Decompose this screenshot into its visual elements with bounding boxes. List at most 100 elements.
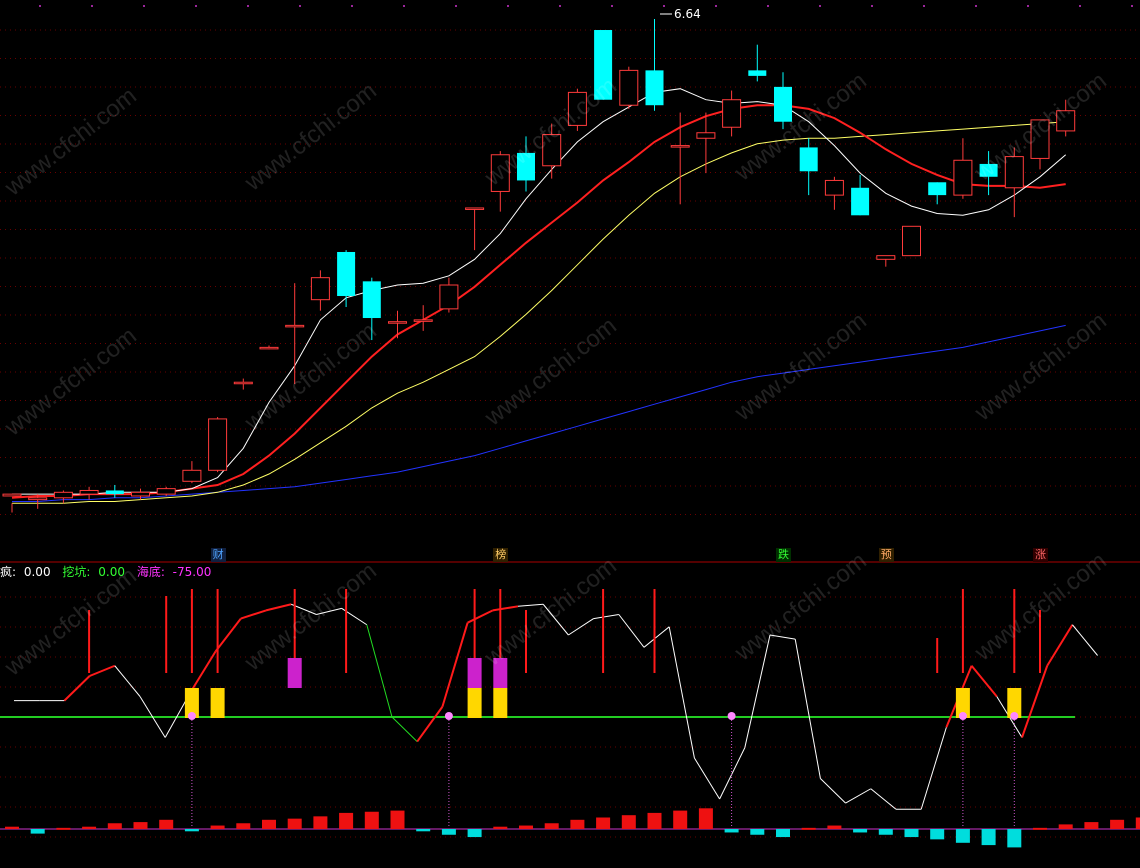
candle-body-up — [413, 319, 433, 322]
top-dot — [871, 5, 873, 7]
candle-body-up — [439, 284, 459, 310]
candle-body-up — [1004, 156, 1024, 189]
top-dot — [1027, 5, 1029, 7]
histogram-bar — [416, 829, 431, 832]
marker-dot — [1010, 712, 1019, 720]
osc-segment — [416, 706, 444, 743]
candle-body-down — [337, 251, 356, 297]
candle-body-down — [851, 187, 870, 216]
histogram-bar — [210, 825, 225, 829]
yellow-block — [493, 688, 508, 718]
osc-segment — [366, 624, 393, 718]
label-wakeng: 挖坑: 0.00 — [62, 565, 125, 579]
histogram-bar — [904, 829, 919, 838]
histogram-bar — [82, 826, 97, 829]
histogram-bar — [827, 825, 842, 829]
histogram-bar — [544, 823, 559, 829]
top-dot — [1131, 5, 1133, 7]
histogram-bar — [107, 823, 122, 829]
histogram-bar — [236, 823, 251, 829]
histogram-bar — [1084, 822, 1099, 829]
event-marker[interactable]: 榜 — [493, 548, 509, 562]
candle-body-up — [233, 381, 253, 385]
top-dot — [559, 5, 561, 7]
osc-segment — [643, 626, 670, 648]
top-dot — [455, 5, 457, 7]
candle-body-up — [259, 346, 279, 350]
osc-segment — [189, 650, 217, 693]
candle-body-up — [1030, 119, 1050, 159]
event-marker[interactable]: 预 — [878, 548, 894, 562]
candle-body-down — [799, 147, 818, 172]
histogram-bar — [1135, 817, 1140, 829]
histogram-bar — [467, 829, 482, 838]
candle-body-down — [362, 281, 381, 319]
marker-dot — [187, 712, 196, 720]
osc-segment — [769, 634, 796, 640]
candlesticks[interactable] — [2, 19, 1076, 513]
top-dot — [403, 5, 405, 7]
osc-segment — [391, 716, 418, 742]
top-dot — [39, 5, 41, 7]
event-marker[interactable]: 涨 — [1033, 548, 1048, 562]
osc-segment — [492, 605, 519, 612]
histogram-bar — [133, 822, 148, 829]
magenta-block — [493, 658, 508, 688]
high-price-label: 6.64 — [674, 7, 701, 21]
osc-segment — [517, 603, 544, 607]
ma60-line — [12, 324, 1066, 502]
candle-body-up — [465, 207, 485, 210]
histogram-bar — [596, 817, 611, 829]
candle-body-down — [928, 182, 947, 196]
candle-body-up — [28, 497, 48, 501]
osc-segment — [820, 778, 846, 804]
ma5-line — [12, 88, 1067, 495]
histogram-bar — [673, 810, 688, 829]
top-dot — [715, 5, 717, 7]
candle-body-down — [748, 70, 767, 76]
histogram-bar — [56, 827, 71, 830]
candle-body-down — [594, 30, 613, 100]
osc-segment — [870, 788, 897, 810]
histogram-bar — [570, 819, 585, 829]
osc-segment — [441, 622, 469, 708]
candle-body-up — [388, 321, 407, 324]
histogram-bar — [878, 829, 893, 835]
top-dot — [91, 5, 93, 7]
candle-body-up — [1056, 110, 1076, 132]
marker-dot — [727, 712, 736, 720]
osc-segment — [668, 626, 695, 759]
histogram-bar — [621, 815, 636, 829]
top-dot — [923, 5, 925, 7]
top-dot — [975, 5, 977, 7]
osc-segment — [719, 747, 746, 800]
ma10-line — [11, 104, 1066, 499]
histogram-bar — [1033, 827, 1047, 830]
stock-chart[interactable]: 6.64 — [0, 0, 1140, 868]
osc-segment — [467, 609, 494, 624]
osc-segment — [63, 675, 91, 702]
top-dot — [299, 5, 301, 7]
candle-body-down — [105, 490, 124, 495]
event-marker[interactable]: 跌 — [776, 548, 791, 562]
osc-segment — [542, 603, 569, 636]
marker-dot — [444, 712, 453, 720]
histogram-bar — [853, 829, 868, 833]
histogram-bar — [313, 816, 328, 829]
candle-body-up — [53, 491, 73, 499]
histogram-bar — [339, 812, 354, 829]
candle-body-down — [645, 70, 664, 106]
histogram-bar — [750, 829, 765, 835]
osc-segment — [744, 634, 771, 748]
top-dot — [195, 5, 197, 7]
candle-body-up — [285, 324, 305, 328]
top-dot — [819, 5, 821, 7]
candle-body-up — [722, 99, 742, 128]
top-dot — [351, 5, 353, 7]
event-marker[interactable]: 财 — [210, 548, 226, 562]
candle-body-up — [953, 159, 973, 196]
histogram-bar — [184, 829, 199, 832]
marker-dot — [958, 712, 967, 720]
ma20-line — [12, 121, 1066, 504]
histogram-bar — [30, 829, 45, 834]
